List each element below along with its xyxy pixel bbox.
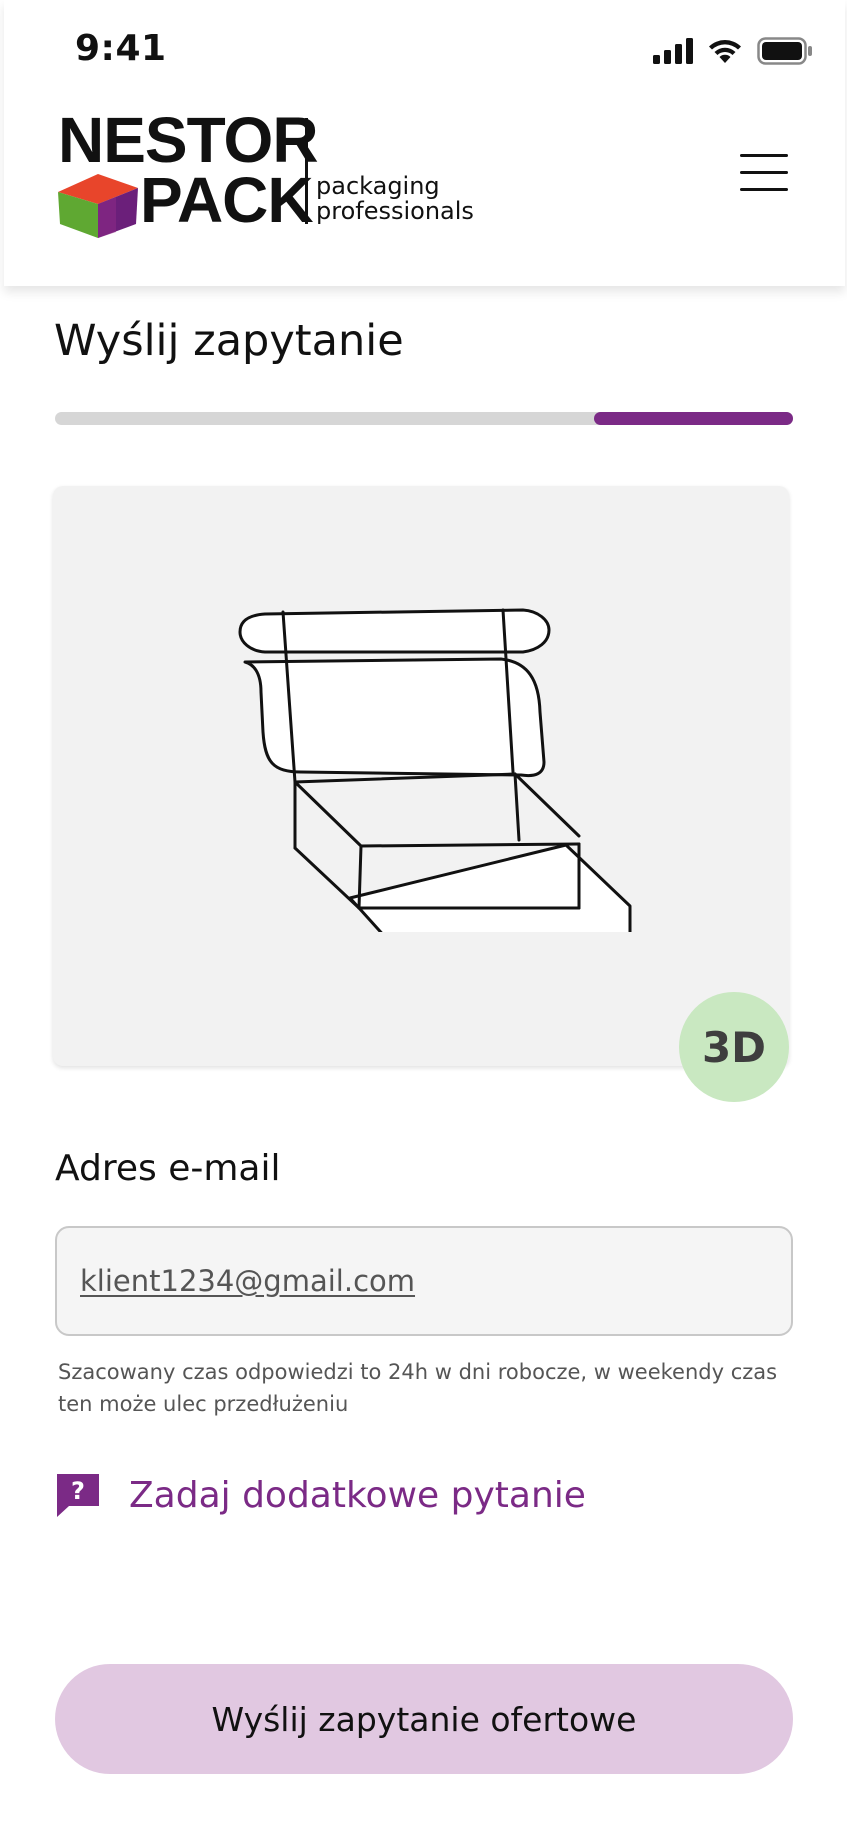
email-label: Adres e-mail xyxy=(55,1148,281,1189)
hamburger-line-bottom xyxy=(740,188,788,191)
signal-icon xyxy=(653,38,693,64)
status-icons xyxy=(653,34,813,68)
question-speech-bubble-icon: ? xyxy=(57,1474,99,1517)
submit-inquiry-button[interactable]: Wyślij zapytanie ofertowe xyxy=(55,1664,793,1774)
battery-icon xyxy=(757,37,812,65)
logo-tagline: packaging professionals xyxy=(316,174,474,224)
extra-question-link[interactable]: ? Zadaj dodatkowe pytanie xyxy=(55,1472,586,1518)
logo-divider xyxy=(305,118,308,224)
email-input[interactable] xyxy=(55,1226,793,1336)
svg-text:?: ? xyxy=(71,1477,85,1505)
nestor-pack-logo[interactable]: NESTOR PACK packaging professionals xyxy=(58,108,478,238)
progress-bar xyxy=(55,412,793,425)
logo-word-nestor: NESTOR xyxy=(58,104,319,176)
logo-cube-icon xyxy=(58,174,138,238)
logo-tagline-line1: packaging xyxy=(316,172,440,200)
wifi-icon xyxy=(709,40,741,63)
page-title: Wyślij zapytanie xyxy=(54,316,404,366)
box-preview-card xyxy=(53,486,789,1066)
logo-tagline-line2: professionals xyxy=(316,197,474,225)
hamburger-line-top xyxy=(740,154,788,157)
response-time-note: Szacowany czas odpowiedzi to 24h w dni r… xyxy=(58,1360,778,1416)
extra-question-label: Zadaj dodatkowe pytanie xyxy=(129,1474,586,1516)
progress-bar-fill xyxy=(593,412,793,425)
status-time: 9:41 xyxy=(75,28,167,69)
3d-view-button[interactable]: 3D xyxy=(679,992,789,1102)
hamburger-menu-icon[interactable] xyxy=(740,154,788,192)
hamburger-line-middle xyxy=(740,171,788,174)
mailer-box-illustration xyxy=(238,608,632,932)
logo-word-pack: PACK xyxy=(140,164,314,236)
status-bar: 9:41 xyxy=(0,0,847,100)
